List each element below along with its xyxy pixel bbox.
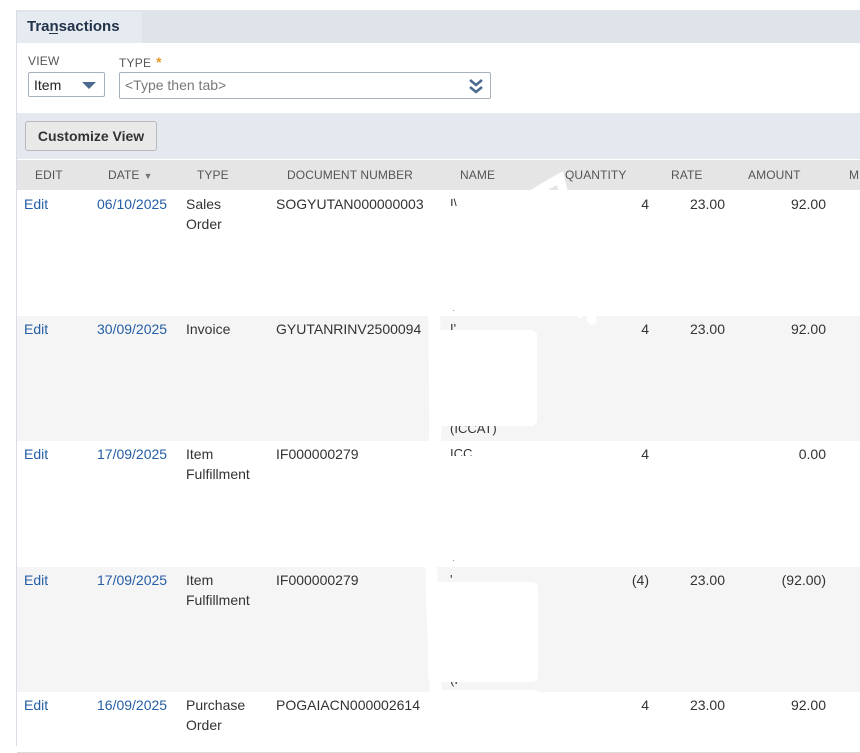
type-cell: Item <box>186 572 214 588</box>
quantity-cell: 4 <box>641 196 649 212</box>
redaction-mark <box>428 206 524 310</box>
type-cell-line2: Order <box>186 216 222 232</box>
required-asterisk: * <box>156 54 162 70</box>
rate-cell: 23.00 <box>689 196 725 212</box>
col-header-edit: EDIT <box>35 168 63 182</box>
view-select[interactable]: Item <box>28 72 105 97</box>
view-select-value: Item <box>34 77 62 93</box>
double-chevron-down-icon[interactable] <box>468 77 484 95</box>
date-link[interactable]: 17/09/2025 <box>97 570 167 590</box>
rate-cell: 23.00 <box>689 572 725 588</box>
dropdown-arrow-icon[interactable] <box>82 82 96 89</box>
edit-link[interactable]: Edit <box>24 194 48 214</box>
document-number-cell: IF000000279 <box>276 446 359 462</box>
col-header-amount[interactable]: AMOUNT <box>748 168 801 182</box>
edit-link[interactable]: Edit <box>24 570 48 590</box>
col-header-date[interactable]: DATE ▼ <box>108 168 153 182</box>
redaction-mark <box>432 690 540 746</box>
document-number-cell: SOGYUTAN000000003 <box>276 196 424 212</box>
rate-cell: 23.00 <box>689 321 725 337</box>
type-select[interactable] <box>119 72 491 99</box>
tab-accesskey-underline <box>49 33 58 34</box>
type-cell: Invoice <box>186 321 231 337</box>
type-cell: Purchase <box>186 697 246 713</box>
document-number-cell: POGAIACN000002614 <box>276 697 420 713</box>
tab-transactions-label[interactable]: Transactions <box>27 18 120 35</box>
col-header-rate[interactable]: RATE <box>671 168 703 182</box>
type-cell-line2: Fulfillment <box>186 592 250 608</box>
col-header-name[interactable]: NAME <box>460 168 495 182</box>
type-cell: Item <box>186 446 214 462</box>
col-header-document-number[interactable]: DOCUMENT NUMBER <box>287 168 413 182</box>
col-header-type[interactable]: TYPE <box>197 168 229 182</box>
quantity-cell: 4 <box>641 446 649 462</box>
type-cell-line2: Order <box>186 717 222 733</box>
amount-cell: 92.00 <box>790 321 826 337</box>
date-link[interactable]: 30/09/2025 <box>97 319 167 339</box>
col-header-date-label[interactable]: DATE <box>108 168 140 182</box>
redaction-mark <box>430 456 534 560</box>
quantity-cell: 4 <box>641 697 649 713</box>
sort-desc-icon[interactable]: ▼ <box>144 171 153 181</box>
type-cell-line2: Fulfillment <box>186 466 250 482</box>
col-header-more[interactable]: M <box>849 168 859 182</box>
rate-cell: 23.00 <box>689 697 725 713</box>
quantity-cell: 4 <box>641 321 649 337</box>
amount-cell: (92.00) <box>781 572 826 588</box>
amount-cell: 92.00 <box>790 697 826 713</box>
amount-cell: 92.00 <box>790 196 826 212</box>
date-link[interactable]: 06/10/2025 <box>97 194 167 214</box>
redaction-mark <box>437 330 537 426</box>
type-input[interactable] <box>123 76 457 94</box>
amount-cell: 0.00 <box>798 446 826 462</box>
document-number-cell: IF000000279 <box>276 572 359 588</box>
type-cell: Sales <box>186 196 222 212</box>
redaction-mark <box>428 582 538 682</box>
date-link[interactable]: 16/09/2025 <box>97 695 167 715</box>
edit-link[interactable]: Edit <box>24 695 48 715</box>
document-number-cell: GYUTANRINV2500094 <box>276 321 422 337</box>
quantity-cell: (4) <box>631 572 649 588</box>
type-label-text: TYPE <box>119 56 152 70</box>
view-label: VIEW <box>28 54 60 68</box>
tab-bar <box>17 10 860 43</box>
edit-link[interactable]: Edit <box>24 319 48 339</box>
date-link[interactable]: 17/09/2025 <box>97 444 167 464</box>
type-label: TYPE * <box>119 54 162 70</box>
col-header-quantity[interactable]: QUANTITY <box>565 168 626 182</box>
edit-link[interactable]: Edit <box>24 444 48 464</box>
customize-view-button[interactable]: Customize View <box>25 121 157 151</box>
